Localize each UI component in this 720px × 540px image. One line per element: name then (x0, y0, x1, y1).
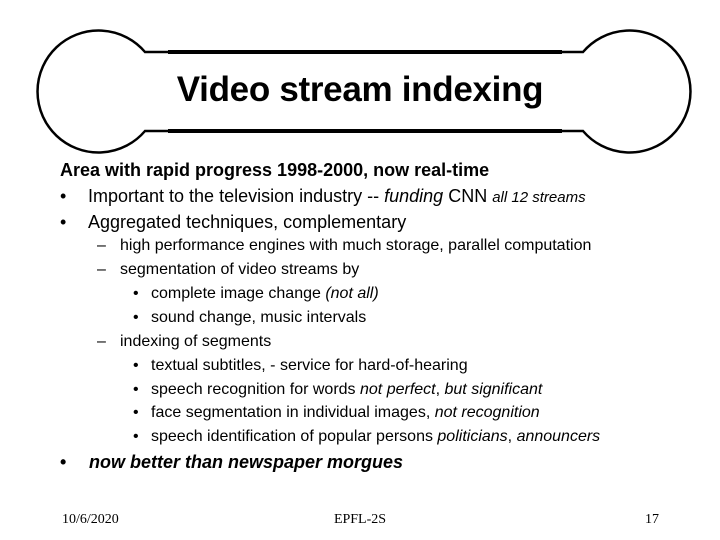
bullet-marker: • (60, 452, 67, 472)
bullet-text-segment: politicians (437, 428, 508, 445)
footer-center-text: EPFL-2S (333, 512, 387, 527)
bullet-text-segment: complete image change (151, 285, 326, 302)
bullet-text-segment: (not all) (325, 285, 379, 302)
bullet-item-level-1: • Important to the television industry --… (60, 186, 586, 207)
dash-marker: – (97, 261, 106, 278)
conclusion-bullet: • now better than newspaper morgues (60, 452, 403, 473)
bullet-text-segment: high performance engines with much stora… (120, 237, 592, 254)
bullet-text-segment: , (507, 428, 517, 445)
bullet-marker: • (133, 285, 139, 302)
bullet-item-level-1: • Aggregated techniques, complementary (60, 212, 406, 233)
bullet-text-segment: not perfect (360, 381, 436, 398)
bullet-text-segment: sound change, music intervals (151, 309, 367, 326)
bullet-marker: • (133, 428, 139, 445)
bullet-text-segment: textual subtitles, - service for hard-of… (151, 357, 468, 374)
bullet-item-level-3: • speech identification of popular person… (133, 428, 600, 446)
bullet-text-segment: , (435, 381, 445, 398)
bullet-marker: • (133, 404, 139, 421)
bullet-marker: • (133, 357, 139, 374)
bullet-text-segment: all 12 streams (492, 189, 586, 206)
bullet-text-segment: announcers (516, 428, 601, 445)
slide-heading: Area with rapid progress 1998-2000, now … (60, 160, 490, 180)
bullet-text-segment: segmentation of video streams by (120, 261, 360, 278)
bullet-item-level-3: • complete image change (not all) (133, 285, 379, 303)
bullet-item-level-3: • speech recognition for words not perfec… (133, 381, 542, 399)
bullet-text-segment: funding (384, 186, 444, 206)
conclusion-text: now better than newspaper morgues (89, 452, 404, 472)
bullet-item-level-2: – high performance engines with much stor… (97, 237, 591, 255)
bullet-marker: • (133, 309, 139, 326)
bullet-text-segment: but significant (444, 381, 543, 398)
dash-marker: – (97, 237, 106, 254)
bullet-marker: • (133, 381, 139, 398)
bullet-text-segment: not recognition (434, 404, 540, 421)
bullet-item-level-2: – segmentation of video streams by (97, 261, 359, 279)
slide-title: Video stream indexing (176, 70, 544, 109)
bullet-item-level-3: • textual subtitles, - service for hard-o… (133, 357, 468, 375)
bullet-text-segment: indexing of segments (120, 333, 272, 350)
bullet-text-segment: CNN (443, 186, 493, 206)
bullet-text-segment: Aggregated techniques, complementary (88, 212, 407, 232)
slide-number: 17 (645, 512, 659, 527)
bullet-marker: • (60, 186, 67, 206)
bullet-item-level-2: – indexing of segments (97, 333, 271, 351)
bullet-text-segment: speech recognition for words (151, 381, 360, 398)
dash-marker: – (97, 333, 106, 350)
bullet-text-segment: speech identification of popular persons (151, 428, 438, 445)
bullet-item-level-3: • face segmentation in individual images,… (133, 404, 540, 422)
bullet-marker: • (60, 212, 67, 232)
bullet-text-segment: Important to the television industry -- (88, 186, 385, 206)
bullet-text-segment: face segmentation in individual images, (151, 404, 435, 421)
bullet-item-level-3: • sound change, music intervals (133, 309, 366, 327)
